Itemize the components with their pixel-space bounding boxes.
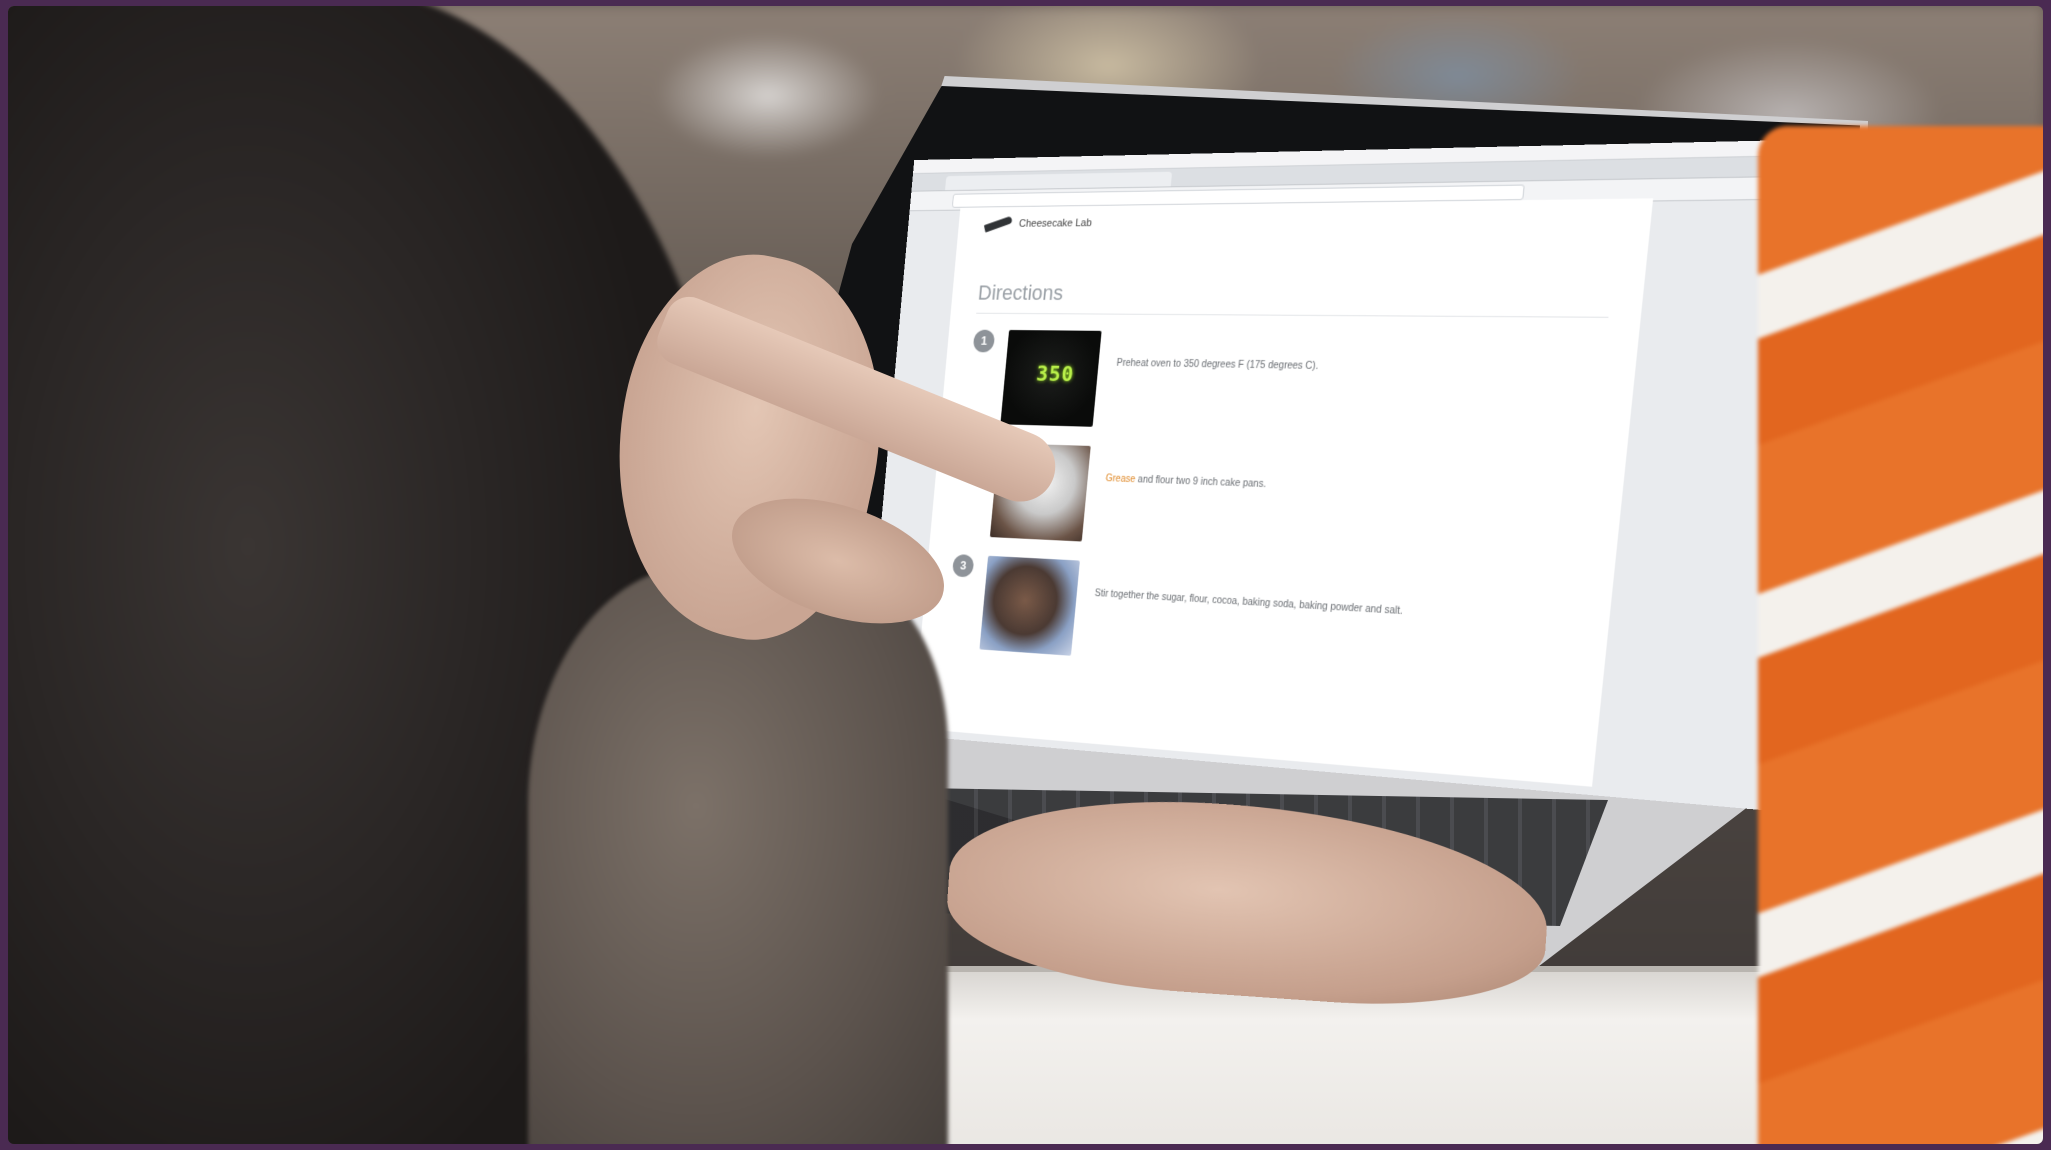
mixing-photo <box>979 556 1079 656</box>
site-logo-text[interactable]: Cheesecake Lab <box>1018 217 1092 229</box>
browser-tab[interactable] <box>945 174 1064 190</box>
step-number: 1 <box>973 330 996 353</box>
site-logo[interactable] <box>984 216 1013 233</box>
oven-temperature-display: 350 <box>1035 363 1075 387</box>
direction-step: 1 350 Preheat oven to 350 degrees F (175… <box>965 330 1628 452</box>
step-text-rest: and flour two 9 inch cake pans. <box>1135 474 1267 490</box>
browser-tab[interactable] <box>1057 172 1172 189</box>
oven-photo: 350 <box>1000 330 1101 427</box>
step-highlight-link[interactable]: Grease <box>1105 473 1136 485</box>
step-text: Stir together the sugar, flour, cocoa, b… <box>1094 588 1403 617</box>
step-number: 3 <box>952 554 974 577</box>
step-text: Grease and flour two 9 inch cake pans. <box>1105 473 1266 490</box>
direction-step: 3 Stir together the sugar, flour, cocoa,… <box>945 554 1602 703</box>
directions-heading: Directions <box>977 281 1064 306</box>
photo-frame: Cheesecake Lab Directions 1 350 Preheat … <box>8 6 2043 1144</box>
step-text: Preheat oven to 350 degrees F (175 degre… <box>1116 358 1319 372</box>
orange-flour-bag <box>1758 126 2043 1144</box>
person-shoulder <box>528 566 948 1144</box>
divider <box>976 313 1608 318</box>
